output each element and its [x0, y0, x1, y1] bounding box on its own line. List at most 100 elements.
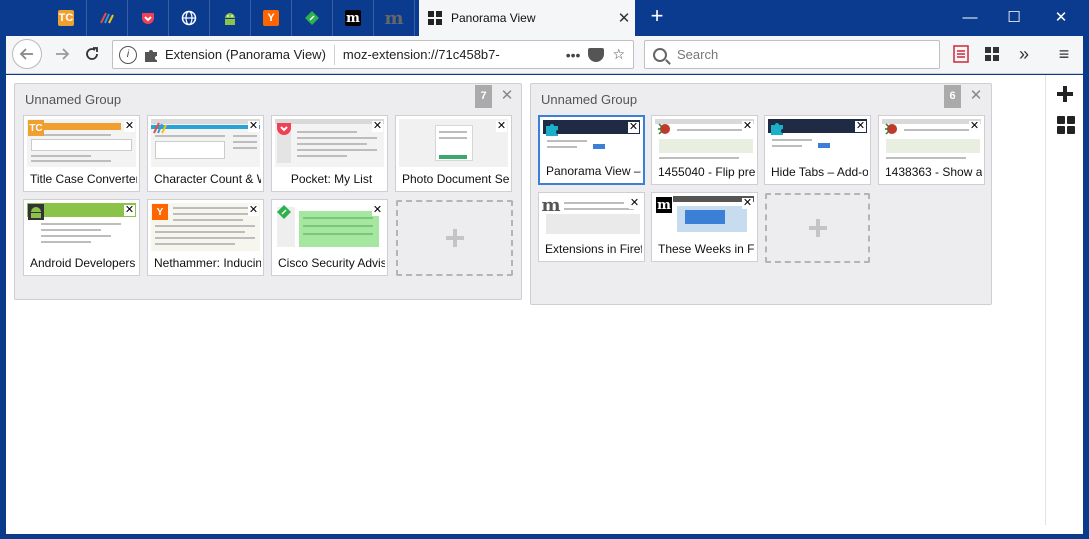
tab-card-title: Hide Tabs – Add-ons [771, 165, 868, 179]
tab-card-title: Nethammer: Inducing [154, 256, 261, 270]
window-close-button[interactable]: ✕ [1049, 6, 1073, 30]
close-tab-icon[interactable]: ✕ [628, 122, 639, 133]
reload-button[interactable] [78, 40, 106, 68]
extension-puzzle-icon [143, 47, 159, 63]
hamburger-menu-button[interactable]: ≡ [1054, 44, 1074, 64]
feedly-icon [304, 10, 320, 26]
tab-card[interactable]: TC ✕ Title Case Converter [23, 115, 140, 192]
tab-card[interactable]: ✕ Character Count & Word Count [147, 115, 264, 192]
tab-card[interactable]: ✕ 1438363 - Show all tabs [878, 115, 985, 185]
pinned-tab-globe[interactable] [169, 0, 210, 36]
forward-button[interactable] [48, 40, 76, 68]
save-to-pocket-icon[interactable] [588, 47, 605, 62]
puzzle-addon-icon [544, 121, 560, 137]
minimize-button[interactable]: — [958, 6, 982, 30]
tab-card-title: Panorama View – Add-ons [546, 164, 641, 178]
plus-icon [808, 219, 827, 237]
search-placeholder: Search [677, 47, 719, 62]
medium-icon: m [345, 10, 361, 26]
pinned-tab-ycombinator[interactable]: Y [251, 0, 292, 36]
bugzilla-bug-icon [656, 120, 672, 136]
character-count-icon [99, 10, 115, 26]
group-title[interactable]: Unnamed Group [541, 92, 637, 107]
close-tab-icon[interactable]: ✕ [248, 205, 259, 216]
title-case-converter-icon: TC [58, 10, 74, 26]
search-bar[interactable]: Search [644, 40, 940, 69]
back-arrow-icon [19, 48, 33, 60]
add-tab-button[interactable] [765, 193, 870, 263]
tab-card-title: Character Count & Word Count [154, 172, 261, 186]
tab-card[interactable]: ✕ Pocket: My List [271, 115, 388, 192]
active-tab-panorama-view[interactable]: Panorama View ✕ [419, 0, 635, 36]
tab-card-title: Cisco Security Advisory [278, 256, 385, 270]
close-tab-icon[interactable]: ✕ [742, 198, 753, 209]
pinned-tab-feedly[interactable] [292, 0, 333, 36]
panorama-grid-icon[interactable] [1057, 116, 1075, 134]
close-tab-icon[interactable]: ✕ [742, 121, 753, 132]
close-tab-icon[interactable]: ✕ [496, 121, 507, 132]
pinned-tab-character-count[interactable] [87, 0, 128, 36]
overflow-menu-button[interactable]: » [1014, 44, 1034, 64]
tab-card[interactable]: ✕ 1455040 - Flip pref [651, 115, 758, 185]
identity-label[interactable]: Extension (Panorama View) [165, 44, 335, 65]
tab-group[interactable]: Unnamed Group 7 ✕ TC ✕ Title Case Conver… [14, 83, 522, 300]
pinned-tab-title-case[interactable]: TC [46, 0, 87, 36]
pinned-tab-android[interactable] [210, 0, 251, 36]
tab-thumbnail [399, 119, 508, 167]
tab-card-title: Photo Document Search [402, 172, 509, 186]
new-tab-button[interactable]: + [644, 4, 670, 30]
tab-card[interactable]: ✕ Android Developers [23, 199, 140, 276]
pocket-icon [140, 10, 156, 26]
pinned-tab-pocket[interactable] [128, 0, 169, 36]
close-tab-icon[interactable]: ✕ [372, 121, 383, 132]
tab-card[interactable]: ✕ Photo Document Search [395, 115, 512, 192]
android-icon [28, 204, 44, 220]
ycombinator-icon: Y [152, 204, 168, 220]
group-tab-count-badge: 7 [475, 85, 492, 108]
pinned-tab-medium[interactable]: m [333, 0, 374, 36]
tab-group[interactable]: Unnamed Group 6 ✕ ✕ Panorama View – Add-… [530, 83, 992, 305]
tab-card[interactable]: m ✕ These Weeks in Firefox [651, 192, 758, 262]
group-tab-count-badge: 6 [944, 85, 961, 108]
navigation-toolbar: i Extension (Panorama View) moz-extensio… [6, 36, 1083, 74]
tab-card[interactable]: m ✕ Extensions in Firefox [538, 192, 645, 262]
puzzle-addon-icon [769, 120, 785, 136]
close-tab-icon[interactable]: ✕ [969, 121, 980, 132]
bugzilla-bug-icon [883, 120, 899, 136]
ycombinator-icon: Y [263, 10, 279, 26]
pocket-icon [276, 120, 292, 136]
tab-card-title: 1438363 - Show all tabs [885, 165, 982, 179]
add-tab-button[interactable] [396, 200, 513, 276]
page-actions-menu-button[interactable]: ••• [566, 47, 581, 63]
group-close-icon[interactable]: ✕ [969, 88, 983, 103]
close-tab-icon[interactable]: ✕ [629, 198, 640, 209]
reader-list-icon[interactable] [951, 44, 971, 64]
maximize-button[interactable]: ☐ [1002, 6, 1026, 30]
close-tab-icon[interactable]: ✕ [248, 121, 259, 132]
reload-icon [86, 47, 98, 60]
tab-card[interactable]: ✕ Cisco Security Advisory [271, 199, 388, 276]
group-close-icon[interactable]: ✕ [500, 88, 514, 103]
medium-icon: m [656, 197, 672, 213]
feedly-icon [276, 204, 292, 220]
back-button[interactable] [12, 39, 42, 69]
site-info-icon[interactable]: i [119, 45, 137, 64]
pinned-tab-medium-grey[interactable]: m [374, 0, 415, 36]
tab-card[interactable]: Y ✕ Nethammer: Inducing [147, 199, 264, 276]
tab-card[interactable]: ✕ Panorama View – Add-ons [538, 115, 645, 185]
bookmark-star-icon[interactable]: ☆ [612, 46, 625, 63]
close-tab-icon[interactable]: ✕ [124, 205, 135, 216]
active-tab-title: Panorama View [451, 11, 536, 25]
close-tab-icon[interactable]: ✕ [124, 121, 135, 132]
panorama-grid-icon [427, 10, 443, 26]
url-bar[interactable]: i Extension (Panorama View) moz-extensio… [112, 40, 634, 69]
group-title[interactable]: Unnamed Group [25, 92, 121, 107]
url-text[interactable]: moz-extension://71c458b7- [343, 47, 539, 62]
close-tab-icon[interactable]: ✕ [613, 9, 635, 27]
panorama-view-toolbar-icon[interactable] [982, 44, 1002, 64]
close-tab-icon[interactable]: ✕ [372, 205, 383, 216]
tab-strip: TC Y m m Panorama View ✕ + — ☐ ✕ [0, 0, 1089, 36]
add-group-icon[interactable] [1055, 84, 1075, 104]
close-tab-icon[interactable]: ✕ [855, 121, 866, 132]
tab-card[interactable]: ✕ Hide Tabs – Add-ons [764, 115, 871, 185]
